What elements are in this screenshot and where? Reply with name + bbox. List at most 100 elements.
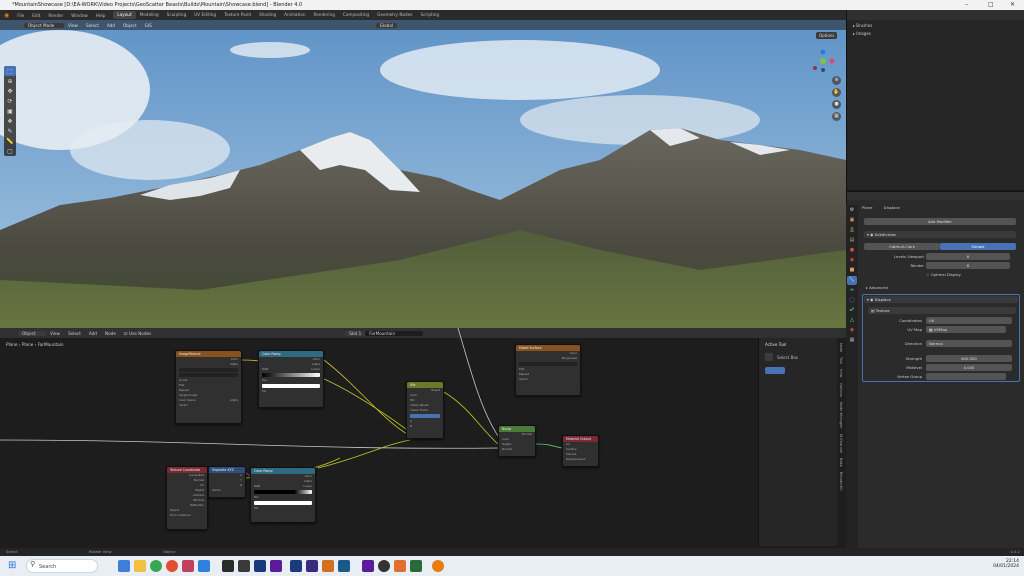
move-tool-icon[interactable]: ✥ bbox=[4, 86, 16, 96]
annotate-tool-icon[interactable]: ✎ bbox=[4, 126, 16, 136]
node-image-texture[interactable]: ImageTexture Color Alpha Linear Flat Rep… bbox=[175, 350, 242, 424]
checkbox-label[interactable]: Clamp Factor bbox=[410, 408, 428, 413]
sidebar-tab-m-channel[interactable]: M-Channel bbox=[839, 434, 843, 453]
sidebar-tab-node[interactable]: Node bbox=[839, 343, 843, 352]
file-explorer-icon[interactable] bbox=[134, 560, 146, 572]
node-mixed-surface[interactable]: Mixed Surface Color Roughness Flat Repea… bbox=[515, 344, 581, 396]
catmull-clark-tab[interactable]: Catmull-Clark bbox=[864, 243, 940, 250]
subdivision-modifier-header[interactable]: ▾ ◉ Subdivision bbox=[864, 231, 1016, 238]
add-modifier-button[interactable]: Add Modifier bbox=[864, 218, 1016, 225]
clock[interactable]: 22:14 04/01/2024 bbox=[985, 559, 1019, 569]
scale-tool-icon[interactable]: ▣ bbox=[4, 106, 16, 116]
checkbox-label[interactable]: From Instancer bbox=[170, 513, 191, 518]
sidebar-tab-view[interactable]: View bbox=[839, 369, 843, 378]
node-bump[interactable]: Bump Normal Color Height Normal bbox=[498, 425, 536, 457]
rotate-tool-icon[interactable]: ⟳ bbox=[4, 96, 16, 106]
object-tab-icon[interactable]: ■ bbox=[847, 266, 857, 275]
outliner-item-brushes[interactable]: ▸ Brushes bbox=[847, 20, 1024, 31]
tab-rendering[interactable]: Rendering bbox=[310, 11, 339, 19]
menu-help[interactable]: Help bbox=[92, 13, 110, 18]
tab-animation[interactable]: Animation bbox=[280, 11, 309, 19]
edge-icon[interactable] bbox=[198, 560, 210, 572]
mode-selector[interactable]: Object Mode bbox=[24, 22, 64, 28]
app-icon[interactable] bbox=[306, 560, 318, 572]
premiere-icon[interactable] bbox=[270, 560, 282, 572]
tab-sculpting[interactable]: Sculpting bbox=[163, 11, 191, 19]
constraints-tab-icon[interactable]: ☍ bbox=[847, 306, 857, 315]
navigation-gizmo-icon[interactable] bbox=[810, 48, 836, 74]
3d-viewport[interactable]: Object Mode View Select Add Object GIS G… bbox=[0, 20, 846, 328]
sidebar-tab-options[interactable]: Options bbox=[839, 383, 843, 397]
blender-logo-icon[interactable]: ◉ bbox=[0, 12, 13, 19]
ramp-gradient[interactable] bbox=[262, 373, 320, 377]
app-icon[interactable] bbox=[378, 560, 390, 572]
node-separate-xyz[interactable]: Separate XYZ X Y Z Vector bbox=[208, 466, 246, 498]
properties-search[interactable] bbox=[847, 192, 1024, 200]
node-texture-coordinate[interactable]: Texture Coordinate Generated Normal UV O… bbox=[166, 466, 208, 530]
sidebar-tab-node-wrangler[interactable]: Node Wrangler bbox=[839, 402, 843, 429]
uv-map-dropdown[interactable]: ▦ UVMap bbox=[926, 326, 1006, 333]
tab-layout[interactable]: Layout bbox=[113, 11, 136, 19]
select-box-tool-icon[interactable]: ⬚ bbox=[4, 66, 16, 76]
app-icon[interactable] bbox=[238, 560, 250, 572]
node-mix[interactable]: Mix Result Color Mix Clamp Result Clamp … bbox=[406, 381, 444, 439]
app-icon[interactable] bbox=[362, 560, 374, 572]
add-cube-tool-icon[interactable]: ▢ bbox=[4, 146, 16, 156]
app-icon[interactable] bbox=[338, 560, 350, 572]
coordinates-dropdown[interactable]: UV bbox=[926, 317, 1012, 324]
scene-tab-icon[interactable]: ● bbox=[847, 246, 857, 255]
zoom-icon[interactable]: ⊕ bbox=[832, 76, 841, 85]
tab-scripting[interactable]: Scripting bbox=[416, 11, 443, 19]
tab-uv-editing[interactable]: UV Editing bbox=[190, 11, 220, 19]
levels-viewport-field[interactable]: 6 bbox=[926, 253, 1010, 260]
direction-dropdown[interactable]: Normal bbox=[926, 340, 1012, 347]
blender-taskbar-icon[interactable] bbox=[432, 560, 444, 572]
taskbar-search[interactable]: Search bbox=[26, 559, 98, 573]
chrome-icon[interactable] bbox=[150, 560, 162, 572]
transform-tool-icon[interactable]: ❖ bbox=[4, 116, 16, 126]
pan-icon[interactable]: ✋ bbox=[832, 88, 841, 97]
data-tab-icon[interactable]: △ bbox=[847, 316, 857, 325]
select-mode-buttons[interactable] bbox=[765, 367, 785, 374]
cursor-tool-icon[interactable]: ⊕ bbox=[4, 76, 16, 86]
view-layer-tab-icon[interactable]: ▤ bbox=[847, 236, 857, 245]
tab-texture-paint[interactable]: Texture Paint bbox=[220, 11, 255, 19]
ortho-toggle-icon[interactable]: ▦ bbox=[832, 112, 841, 121]
render-tab-icon[interactable]: ▣ bbox=[847, 216, 857, 225]
material-tab-icon[interactable]: ◉ bbox=[847, 326, 857, 335]
midlevel-field[interactable]: 0.000 bbox=[926, 364, 1012, 371]
menu-window[interactable]: Window bbox=[67, 13, 92, 18]
minimize-icon[interactable]: – bbox=[965, 0, 968, 10]
vp-menu-select[interactable]: Select bbox=[82, 23, 103, 28]
tab-compositing[interactable]: Compositing bbox=[339, 11, 373, 19]
measure-tool-icon[interactable]: 📏 bbox=[4, 136, 16, 146]
vp-menu-gis[interactable]: GIS bbox=[141, 23, 156, 28]
sidebar-tab-bake[interactable]: Bake bbox=[839, 458, 843, 467]
node-color-ramp-2[interactable]: Color Ramp Color Alpha RGB Linear Pos Fac bbox=[250, 467, 316, 523]
vp-menu-view[interactable]: View bbox=[64, 23, 82, 28]
vp-menu-add[interactable]: Add bbox=[103, 23, 119, 28]
task-view-icon[interactable] bbox=[118, 560, 130, 572]
tab-modeling[interactable]: Modeling bbox=[136, 11, 163, 19]
vertex-group-field[interactable] bbox=[926, 373, 1006, 380]
node-color-ramp[interactable]: Color Ramp Color Alpha RGB Linear Pos Fac bbox=[258, 350, 324, 408]
camera-view-icon[interactable]: ● bbox=[832, 100, 841, 109]
ramp-gradient[interactable] bbox=[254, 490, 312, 494]
orientation-selector[interactable]: Global bbox=[375, 22, 398, 28]
options-button[interactable]: Options bbox=[816, 32, 838, 39]
modifier-tab-icon[interactable]: 🔧 bbox=[847, 276, 857, 285]
strength-field[interactable]: 600.000 bbox=[926, 355, 1012, 362]
render-levels-field[interactable]: 6 bbox=[926, 262, 1010, 269]
world-tab-icon[interactable]: ◉ bbox=[847, 256, 857, 265]
illustrator-icon[interactable] bbox=[322, 560, 334, 572]
texture-tab-icon[interactable]: ▦ bbox=[847, 336, 857, 345]
app-icon[interactable] bbox=[182, 560, 194, 572]
maximize-icon[interactable]: □ bbox=[988, 0, 994, 10]
particles-tab-icon[interactable]: ≈ bbox=[847, 286, 857, 295]
photoshop-icon[interactable] bbox=[254, 560, 266, 572]
output-tab-icon[interactable]: ⎙ bbox=[847, 226, 857, 235]
shader-node-editor[interactable]: Object View Select Add Node ☑ Use Nodes … bbox=[0, 328, 846, 548]
firefox-icon[interactable] bbox=[166, 560, 178, 572]
vp-menu-object[interactable]: Object bbox=[119, 23, 141, 28]
outliner-item-images[interactable]: ▸ Images bbox=[847, 31, 1024, 36]
